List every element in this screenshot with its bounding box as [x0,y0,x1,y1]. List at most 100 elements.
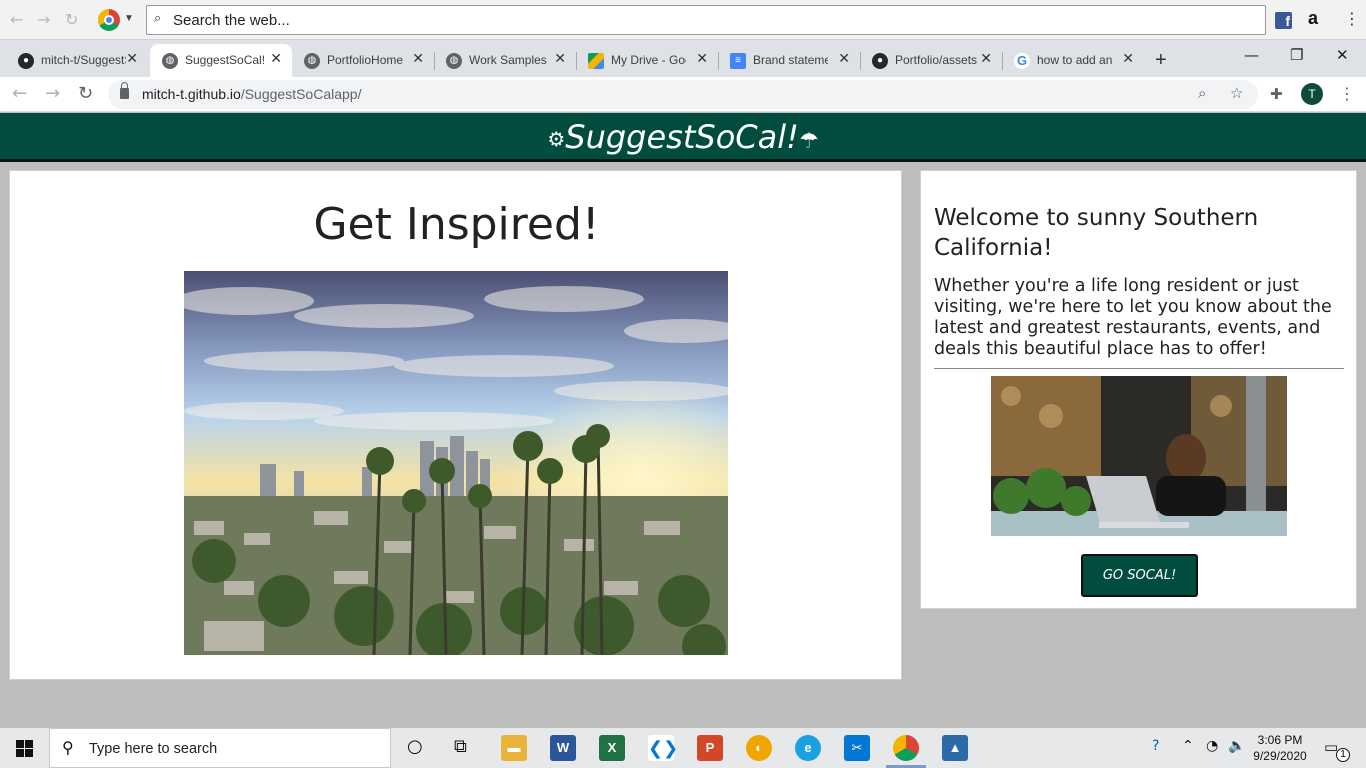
tab-label: PortfolioHome [327,53,404,67]
google-icon: G [1014,53,1030,69]
tab-label: mitch-t/SuggestSoCal [41,53,126,67]
tab-label: SuggestSoCal! [185,53,266,67]
chevron-up-icon[interactable]: ⌃ [1182,738,1194,754]
reload-icon[interactable]: ↻ [65,10,78,29]
word-icon[interactable]: W [550,735,576,761]
close-icon[interactable]: ✕ [126,51,138,67]
file-explorer-icon[interactable]: ▬ [501,735,527,761]
tab-google-drive[interactable]: My Drive - Google Drive ✕ [576,44,718,77]
back-arrow-icon[interactable]: ← [10,10,23,29]
welcome-text: Whether you're a life long resident or j… [934,276,1332,359]
vscode-icon[interactable]: ❮❯ [648,735,678,761]
go-socal-button[interactable]: GO SOCAL! [1081,554,1198,597]
notification-count-badge: 1 [1336,748,1350,762]
tab-strip: ● mitch-t/SuggestSoCal ✕ ◍ SuggestSoCal!… [0,40,1366,77]
close-icon[interactable]: ✕ [554,51,566,67]
web-search-placeholder: Search the web... [173,12,290,29]
site-title[interactable]: ⚙SuggestSoCal!☂ [0,118,1366,156]
volume-icon[interactable]: 🔈 [1228,738,1245,754]
zoom-icon[interactable]: ⌕ [1198,84,1206,102]
tab-portfolio-assets[interactable]: ● Portfolio/assets ✕ [860,44,1002,77]
web-search-input[interactable]: ⌕ Search the web... [146,5,1266,35]
tab-work-samples[interactable]: ◍ Work Samples ✕ [434,44,576,77]
tab-label: Work Samples [469,53,547,67]
omnibox[interactable]: mitch-t.github.io/SuggestSoCalapp/ ⌕ ☆ [108,80,1258,109]
close-icon[interactable]: ✕ [1122,51,1134,67]
forward-arrow-icon[interactable]: → [37,10,50,29]
url-host: mitch-t.github.io [142,86,241,102]
inspire-heading: Get Inspired! [313,199,600,250]
bookmark-star-icon[interactable]: ☆ [1230,84,1243,102]
cortana-icon[interactable]: ○ [407,736,423,757]
divider [934,368,1344,369]
chevron-down-icon[interactable]: ▼ [124,13,134,24]
extensions-puzzle-icon[interactable]: ✚ [1270,85,1283,103]
windows-taskbar: ⚲ Type here to search ○ ⧉ ▬ W X ❮❯ P ◐ e… [0,728,1366,768]
tab-label: Brand statement [753,53,828,67]
clock-time: 3:06 PM [1257,733,1303,747]
site-header: ⚙SuggestSoCal!☂ [0,113,1366,162]
windows-start-icon[interactable] [16,740,33,757]
close-icon[interactable]: ✕ [412,51,424,67]
gear-icon: ⚙ [547,127,566,151]
github-icon: ● [872,53,888,69]
help-icon[interactable]: ? [1152,738,1159,754]
photos-icon[interactable]: ▲ [942,735,968,761]
close-icon[interactable]: ✕ [980,51,992,67]
lock-icon[interactable] [120,82,129,99]
inspire-card: Get Inspired! [9,170,902,680]
browser-menu-icon[interactable]: ⋮ [1339,84,1355,103]
snip-tool-icon[interactable]: ✂ [844,735,870,761]
taskbar-search-placeholder: Type here to search [89,741,218,757]
amazon-icon[interactable]: a [1308,8,1318,29]
welcome-heading: Welcome to sunny Southern California! [934,205,1259,261]
address-bar: ← → ↻ mitch-t.github.io/SuggestSoCalapp/… [0,77,1366,112]
edge-icon[interactable]: e [795,735,821,761]
window-close-icon[interactable]: ✕ [1336,46,1349,64]
globe-icon: ◍ [304,53,320,69]
facebook-icon[interactable]: f [1275,12,1292,29]
url-path: /SuggestSoCalapp/ [240,86,362,102]
docs-icon: ≡ [730,53,746,69]
tab-brand-statement[interactable]: ≡ Brand statement ✕ [718,44,860,77]
woman-laptop-photo [991,376,1287,536]
tab-label: My Drive - Google Drive [611,53,686,67]
clock-date: 9/29/2020 [1253,749,1307,763]
chrome-logo-icon[interactable] [98,9,120,31]
restore-icon[interactable]: ❐ [1290,46,1303,64]
beach-umbrella-icon: ☂ [798,129,819,154]
search-icon: ⌕ [154,11,162,26]
excel-icon[interactable]: X [599,735,625,761]
back-arrow-icon[interactable]: ← [12,83,27,104]
url-text[interactable]: mitch-t.github.io/SuggestSoCalapp/ [142,86,361,102]
tab-label: how to add an [1037,53,1112,67]
site-title-text: SuggestSoCal! [565,118,799,156]
welcome-card: Welcome to sunny Southern California! Wh… [920,170,1357,609]
toolbar-menu-icon[interactable]: ⋮ [1344,9,1360,28]
system-clock[interactable]: 3:06 PM 9/29/2020 [1250,732,1310,764]
powerpoint-icon[interactable]: P [697,735,723,761]
wifi-icon[interactable]: ◔ [1206,738,1218,754]
tab-google-search[interactable]: G how to add an ✕ [1002,44,1144,77]
search-toolbar: ← → ↻ ▼ ⌕ Search the web... f a ⋮ [0,0,1366,40]
profile-avatar[interactable]: T [1301,83,1323,105]
task-view-icon[interactable]: ⧉ [454,736,467,757]
tab-github-repo[interactable]: ● mitch-t/SuggestSoCal ✕ [6,44,148,77]
globe-icon: ◍ [162,53,178,69]
close-icon[interactable]: ✕ [838,51,850,67]
los-angeles-skyline-photo [184,271,728,655]
tab-label: Portfolio/assets [895,53,978,67]
taskbar-search-input[interactable]: ⚲ Type here to search [49,728,391,768]
close-icon[interactable]: ✕ [696,51,708,67]
browser-extension-icon[interactable]: ◐ [746,735,772,761]
github-icon: ● [18,53,34,69]
minimize-icon[interactable]: — [1244,46,1259,64]
tab-suggestsocal[interactable]: ◍ SuggestSoCal! ✕ [150,44,292,77]
search-icon: ⚲ [62,738,74,757]
close-icon[interactable]: ✕ [270,51,282,67]
new-tab-plus-icon[interactable]: + [1155,49,1167,72]
tab-portfoliohome[interactable]: ◍ PortfolioHome ✕ [292,44,434,77]
forward-arrow-icon[interactable]: → [45,83,60,104]
chrome-icon[interactable] [893,735,919,761]
reload-icon[interactable]: ↻ [78,83,93,104]
